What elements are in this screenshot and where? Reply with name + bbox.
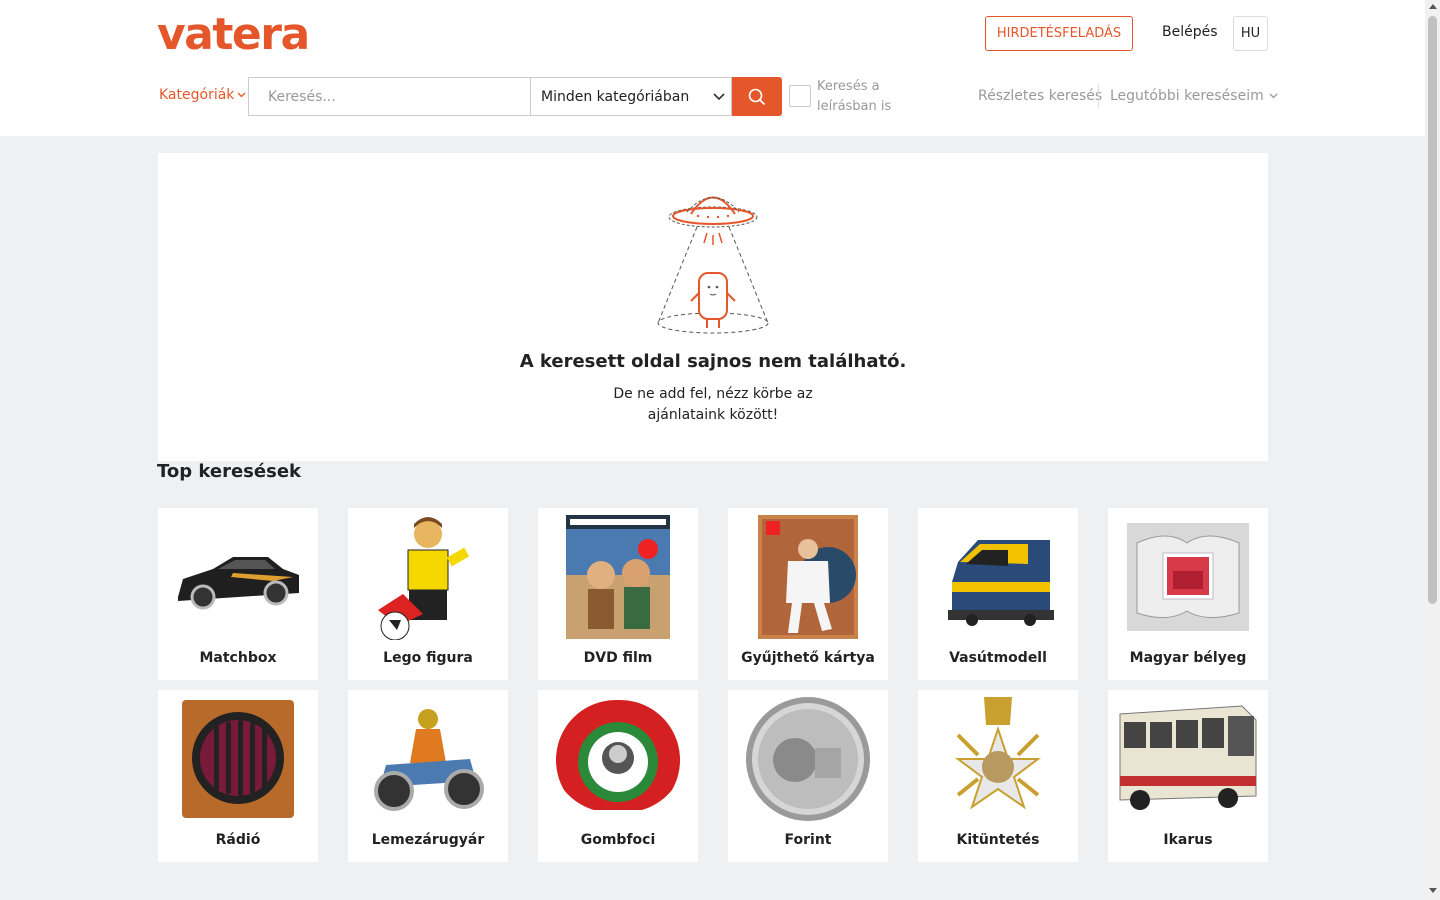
button-football-image bbox=[546, 696, 690, 822]
top-search-card-radio[interactable]: Rádió bbox=[158, 690, 318, 862]
divider bbox=[1098, 84, 1099, 108]
site-header: vatera HIRDETÉSFELADÁS Belépés HU Kategó… bbox=[0, 0, 1425, 136]
card-label: DVD film bbox=[583, 650, 653, 666]
card-label: Gyűjthető kártya bbox=[741, 650, 875, 666]
category-select[interactable]: Minden kategóriában bbox=[530, 77, 732, 116]
recent-searches-label: Legutóbbi kereséseim bbox=[1110, 88, 1264, 104]
lego-figure-image bbox=[356, 514, 500, 640]
top-search-card-lego[interactable]: Lego figura bbox=[348, 508, 508, 680]
tin-motorcycle-image bbox=[356, 696, 500, 822]
search-input[interactable] bbox=[248, 77, 530, 116]
chevron-down-icon bbox=[713, 93, 725, 101]
scroll-up-arrow-icon[interactable] bbox=[1429, 4, 1437, 9]
coin-image bbox=[736, 696, 880, 822]
top-searches-title: Top keresések bbox=[157, 461, 301, 482]
search-description-label: Keresés a leírásban is bbox=[817, 79, 892, 114]
not-found-panel: A keresett oldal sajnos nem található. D… bbox=[158, 153, 1268, 461]
card-label: Lemezárugyár bbox=[371, 832, 485, 848]
card-label: Magyar bélyeg bbox=[1129, 650, 1247, 666]
top-search-card-matchbox[interactable]: Matchbox bbox=[158, 508, 318, 680]
card-label: Vasútmodell bbox=[949, 650, 1047, 666]
top-search-card-coin[interactable]: Forint bbox=[728, 690, 888, 862]
login-link[interactable]: Belépés bbox=[1162, 24, 1218, 40]
top-search-card-trading-card[interactable]: Gyűjthető kártya bbox=[728, 508, 888, 680]
top-search-card-button-football[interactable]: Gombfoci bbox=[538, 690, 698, 862]
search-button[interactable] bbox=[732, 77, 782, 116]
ufo-illustration-icon bbox=[657, 196, 769, 334]
top-search-card-tin-toy[interactable]: Lemezárugyár bbox=[348, 690, 508, 862]
card-label: Kitüntetés bbox=[956, 832, 1040, 848]
scrollbar-thumb[interactable] bbox=[1428, 16, 1437, 604]
categories-label: Kategóriák bbox=[159, 87, 235, 103]
card-label: Gombfoci bbox=[580, 832, 656, 848]
vatera-logo[interactable]: vatera bbox=[157, 10, 310, 60]
categories-menu[interactable]: Kategóriák bbox=[159, 87, 246, 103]
dvd-cover-image bbox=[546, 514, 690, 640]
scroll-down-arrow-icon[interactable] bbox=[1429, 888, 1437, 893]
post-ad-button[interactable]: HIRDETÉSFELADÁS bbox=[985, 16, 1133, 51]
card-label: Ikarus bbox=[1163, 832, 1213, 848]
radio-image bbox=[166, 696, 310, 822]
top-search-card-dvd[interactable]: DVD film bbox=[538, 508, 698, 680]
advanced-search-link[interactable]: Részletes keresés bbox=[978, 88, 1102, 104]
trading-card-image bbox=[736, 514, 880, 640]
recent-searches-menu[interactable]: Legutóbbi kereséseim bbox=[1110, 88, 1278, 104]
card-label: Rádió bbox=[215, 832, 261, 848]
search-icon bbox=[748, 88, 766, 105]
not-found-subtitle: De ne add fel, nézz körbe az ajánlataink… bbox=[613, 386, 813, 423]
top-search-card-bus[interactable]: Ikarus bbox=[1108, 690, 1268, 862]
stamp-image bbox=[1116, 514, 1260, 640]
top-search-card-train[interactable]: Vasútmodell bbox=[918, 508, 1078, 680]
top-search-card-stamp[interactable]: Magyar bélyeg bbox=[1108, 508, 1268, 680]
search-description-checkbox[interactable] bbox=[789, 85, 811, 107]
chevron-down-icon bbox=[1269, 93, 1278, 99]
model-train-image bbox=[926, 514, 1070, 640]
bus-image bbox=[1116, 696, 1260, 822]
category-select-value: Minden kategóriában bbox=[541, 88, 690, 105]
card-label: Forint bbox=[784, 832, 832, 848]
chevron-down-icon bbox=[237, 92, 246, 98]
top-search-card-medal[interactable]: Kitüntetés bbox=[918, 690, 1078, 862]
not-found-title: A keresett oldal sajnos nem található. bbox=[519, 351, 907, 372]
page-scrollbar[interactable] bbox=[1425, 0, 1440, 900]
toy-car-image bbox=[166, 514, 310, 640]
medal-image bbox=[926, 696, 1070, 822]
language-button[interactable]: HU bbox=[1233, 16, 1268, 51]
card-label: Lego figura bbox=[383, 650, 473, 666]
card-label: Matchbox bbox=[199, 650, 277, 666]
